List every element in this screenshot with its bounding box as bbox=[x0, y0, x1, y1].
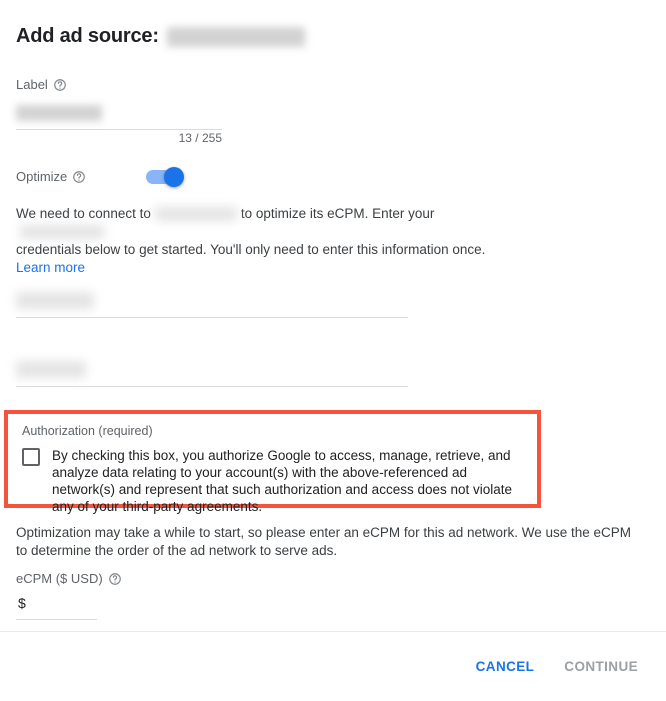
credential-input-2[interactable] bbox=[16, 357, 408, 387]
credential-input-1[interactable] bbox=[16, 288, 408, 318]
label-field-label-text: Label bbox=[16, 77, 48, 92]
redacted-ad-source-name bbox=[166, 26, 305, 47]
page-title: Add ad source: bbox=[16, 25, 305, 48]
redacted-credential-value-1 bbox=[16, 292, 94, 309]
ecpm-input[interactable] bbox=[16, 592, 97, 620]
dialog-footer: CANCEL CONTINUE bbox=[0, 632, 666, 701]
authorization-consent-text: By checking this box, you authorize Goog… bbox=[52, 448, 513, 514]
optimize-label-text: Optimize bbox=[16, 169, 68, 184]
description-part-3: credentials below to get started. You'll… bbox=[16, 242, 486, 257]
description-part-1: We need to connect to bbox=[16, 206, 151, 221]
label-char-counter: 13 / 255 bbox=[178, 131, 222, 145]
authorization-section: Authorization (required) By checking thi… bbox=[4, 410, 541, 514]
optimize-toggle[interactable] bbox=[146, 167, 186, 187]
toggle-knob[interactable] bbox=[164, 167, 185, 187]
optimize-row: Optimize bbox=[16, 167, 186, 187]
help-circle-icon[interactable] bbox=[53, 78, 67, 92]
redacted-label-value bbox=[16, 105, 102, 121]
help-circle-icon[interactable] bbox=[72, 170, 86, 184]
label-input[interactable] bbox=[16, 100, 222, 130]
redacted-network-name-2 bbox=[20, 225, 104, 240]
authorization-checkbox[interactable] bbox=[22, 448, 40, 466]
optimize-description: We need to connect to to optimize its eCP… bbox=[16, 205, 516, 277]
cancel-button[interactable]: CANCEL bbox=[466, 650, 545, 683]
label-field-label: Label bbox=[16, 77, 67, 93]
ecpm-note: Optimization may take a while to start, … bbox=[16, 525, 632, 558]
ecpm-field-label-text: eCPM ($ USD) bbox=[16, 571, 103, 586]
help-circle-icon[interactable] bbox=[108, 572, 122, 586]
authorization-checkbox-row[interactable]: By checking this box, you authorize Goog… bbox=[22, 447, 522, 515]
page-title-text: Add ad source: bbox=[16, 25, 159, 47]
learn-more-link[interactable]: Learn more bbox=[16, 260, 85, 275]
redacted-network-name-1 bbox=[154, 207, 237, 222]
continue-button[interactable]: CONTINUE bbox=[554, 650, 648, 683]
optimize-label: Optimize bbox=[16, 169, 86, 185]
description-part-2: to optimize its eCPM. Enter your bbox=[240, 206, 435, 221]
ecpm-field-label: eCPM ($ USD) bbox=[16, 571, 122, 587]
redacted-credential-value-2 bbox=[16, 361, 86, 378]
authorization-legend: Authorization (required) bbox=[22, 424, 153, 438]
